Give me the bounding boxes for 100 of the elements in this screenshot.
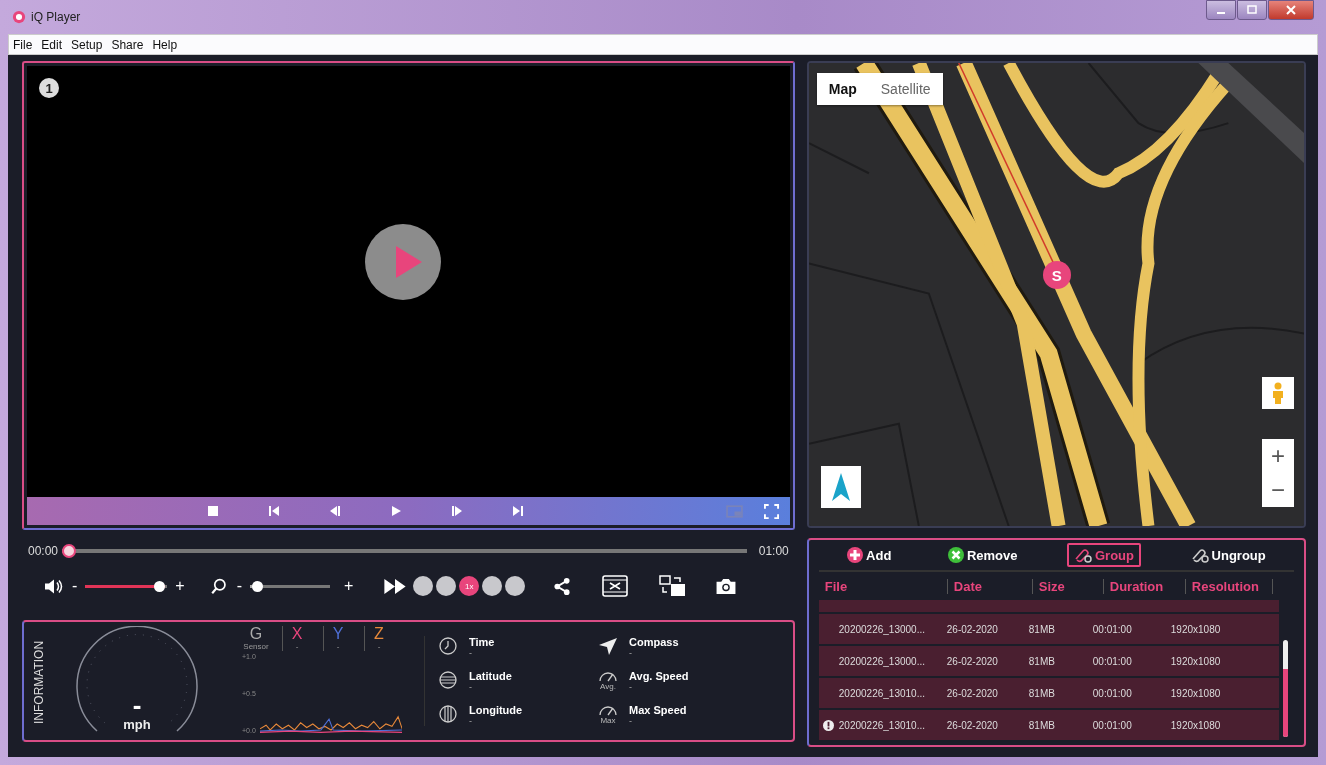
column-header[interactable]: Resolution [1185,578,1273,594]
axis-value: - [336,642,340,651]
minimize-icon [1217,12,1225,14]
table-cell-text: 20200226_13010... [838,687,926,699]
field-value: - [469,716,473,726]
play-icon[interactable] [390,505,402,517]
zoom-in-label[interactable]: + [344,577,354,595]
field-value: - [629,716,633,726]
menu-item[interactable]: Share [111,37,144,52]
field-label: Time [469,636,495,648]
skip-forward-icon[interactable] [512,505,524,517]
table-cell-text: 81MB [1028,687,1056,699]
field-value: - [629,682,633,692]
navigation-button[interactable] [820,466,861,508]
app-logo-icon [12,10,26,24]
column-header[interactable]: Duration [1103,578,1186,594]
camera-icon[interactable] [715,577,738,595]
speed-button[interactable] [482,576,503,596]
close-icon [1286,5,1296,15]
close-button[interactable] [1268,0,1314,20]
table-cell: 1920x1080 [1170,687,1221,699]
compass-arrow-icon [598,636,618,656]
volume-up-label[interactable]: + [175,577,185,595]
panel-title: INFORMATION [32,639,46,726]
speed-button[interactable] [436,576,457,596]
step-forward-icon[interactable] [451,505,463,517]
column-header[interactable]: Date [947,578,1033,594]
current-time: 00:00 [28,544,59,558]
file-action-button[interactable]: Remove [940,543,1025,567]
map-type-tab[interactable]: Map [816,73,869,105]
map-type-tab[interactable]: Satellite [868,73,943,105]
file-row[interactable]: 20200226_13010... 26-02-2020 81MB 00:01:00 1920x1080 [818,710,1279,740]
table-cell: 1920x1080 [1170,623,1221,635]
table-cell: 1920x1080 [1170,655,1221,667]
field-value: - [469,648,473,658]
speed-button[interactable] [505,576,526,596]
table-cell-text: 26-02-2020 [946,623,999,635]
gauge-caption: Max [600,716,616,725]
minimize-button[interactable] [1206,0,1236,20]
sensor-sublabel: Sensor [243,642,269,651]
share-icon[interactable] [553,577,572,595]
skip-back-icon[interactable] [268,505,280,517]
sensor-label: G [249,626,263,642]
field-value: - [469,682,473,692]
column-header[interactable]: Size [1032,578,1104,594]
add-icon [847,547,864,563]
gauge-icon [598,704,618,716]
total-time: 01:00 [758,544,789,558]
zoom-thumb[interactable] [252,580,264,592]
column-header[interactable]: File [818,578,948,594]
swap-view-icon[interactable] [659,575,688,597]
table-cell-text: 81MB [1028,719,1056,731]
menu-item[interactable]: Setup [71,37,103,52]
zoom-out-label[interactable]: - [236,577,242,595]
file-row[interactable]: 20200226_13000... 26-02-2020 81MB 00:01:00 1920x1080 [818,646,1279,676]
fullscreen-icon[interactable] [762,503,780,519]
scrollbar[interactable] [1283,640,1288,737]
table-cell-text: 26-02-2020 [946,719,999,731]
stop-icon[interactable] [207,505,219,517]
axis-label: Z [374,626,384,642]
link-icon [1190,547,1209,563]
film-cut-icon[interactable] [601,575,630,597]
field-value: - [629,648,633,658]
volume-down-label[interactable]: - [72,577,78,595]
latitude-icon [438,670,458,690]
axis-value: - [295,642,299,651]
file-action-button[interactable]: Group [1067,543,1141,567]
menu-item[interactable]: Edit [41,37,63,52]
table-cell: 1920x1080 [1170,719,1221,731]
speed-unit: mph [123,717,151,732]
file-row[interactable]: 20200226_13010... 26-02-2020 81MB 00:01:00 1920x1080 [818,678,1279,708]
fast-forward-icon[interactable] [383,577,408,595]
step-back-icon[interactable] [329,505,341,517]
table-cell-text: 00:01:00 [1092,623,1133,635]
maximize-button[interactable] [1237,0,1267,20]
timeline-handle[interactable] [62,544,77,558]
speed-button[interactable] [413,576,434,596]
file-action-button[interactable]: Ungroup [1183,543,1273,567]
file-action-button[interactable]: Add [840,543,899,567]
volume-thumb[interactable] [154,580,166,592]
maximize-icon [1247,5,1257,15]
axis-value: - [377,642,381,651]
table-cell-text: 81MB [1028,655,1056,667]
table-cell-text: 20200226_13000... [838,623,926,635]
link-icon [1074,547,1092,563]
longitude-icon [438,704,458,724]
table-cell-text: 26-02-2020 [946,687,999,699]
gauge-caption: Avg. [600,682,616,691]
menu-item[interactable]: File [13,37,33,52]
channel-badge: 1 [39,78,59,98]
speed-button[interactable]: 1x [459,576,480,596]
remove-icon [947,547,964,563]
file-row[interactable]: 20200226_13000... 26-02-2020 81MB 00:01:00 1920x1080 [818,614,1279,644]
clock-icon [438,636,458,656]
field-label: Longitude [469,704,523,716]
search-icon[interactable] [208,577,229,595]
volume-icon[interactable] [44,577,64,595]
table-cell-text: 00:01:00 [1092,687,1133,699]
person-icon [1272,382,1284,404]
menu-item[interactable]: Help [152,37,178,52]
